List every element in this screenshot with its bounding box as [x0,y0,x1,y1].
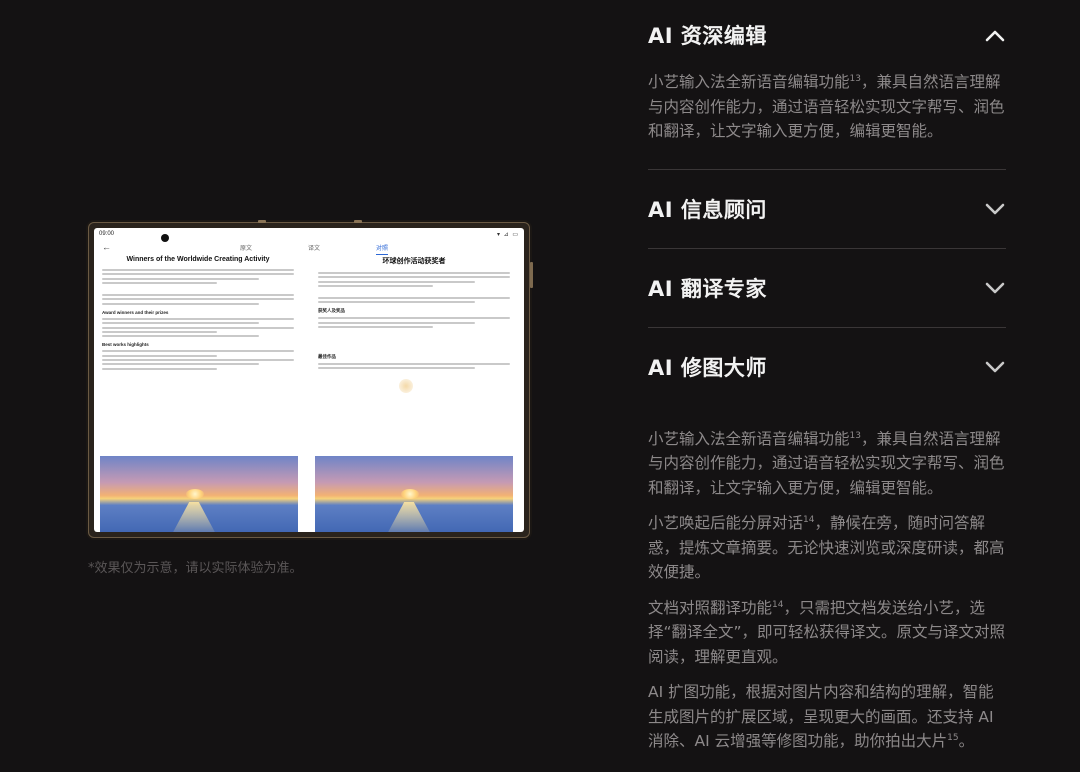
hinge-mark [258,220,266,223]
accordion-header-ai-translator[interactable]: AI 翻译专家 [648,249,1006,328]
accordion-header-ai-photo-editor[interactable]: AI 修图大师 [648,328,1006,407]
original-doc-heading: Best works highlights [102,342,149,348]
foldable-device-mockup: 09:00 ▾ ⊿ ▭ ← 原文 译文 对照 Winners of the Wo… [88,220,533,538]
translated-doc-heading: 最佳作品 [318,353,336,359]
accordion-title: AI 信息顾问 [648,197,767,222]
tab-original[interactable]: 原文 [212,243,280,252]
accordion-body-ai-editor: 小艺输入法全新语音编辑功能13，兼具自然语言理解与内容创作能力，通过语音轻松实现… [648,70,1006,170]
tab-compare[interactable]: 对照 [348,243,416,255]
chevron-up-icon[interactable] [984,24,1006,46]
accordion-header-ai-editor[interactable]: AI 资深编辑 [648,0,1006,70]
status-bar: 09:00 ▾ ⊿ ▭ [94,228,524,240]
chevron-down-icon[interactable] [984,277,1006,299]
artwork-image [315,456,513,532]
chevron-down-icon[interactable] [984,356,1006,378]
artwork-image [100,456,298,532]
accordion-title: AI 翻译专家 [648,276,767,301]
chevron-down-icon[interactable] [984,198,1006,220]
status-time: 09:00 [99,231,115,237]
tab-translation[interactable]: 译文 [280,243,348,252]
translated-doc-heading: 获奖人及奖品 [318,308,345,314]
device-screen: 09:00 ▾ ⊿ ▭ ← 原文 译文 对照 Winners of the Wo… [94,228,524,532]
original-doc-title: Winners of the Worldwide Creating Activi… [126,256,270,263]
translation-tab-bar: ← 原文 译文 对照 [94,240,524,255]
side-button [530,262,533,288]
hinge-mark [354,220,362,223]
feature-paragraph: AI 扩图功能，根据对图片内容和结构的理解，智能生成图片的扩展区域，呈现更大的画… [648,683,994,750]
accordion-title: AI 资深编辑 [648,24,767,48]
feature-accordion: AI 资深编辑 小艺输入法全新语音编辑功能13，兼具自然语言理解与内容创作能力，… [648,0,1006,765]
translated-document: 环球创作活动获奖者 获奖人及奖品 最佳作品 [314,256,514,371]
accordion-title: AI 修图大师 [648,356,767,380]
disclaimer-caption: *效果仅为示意，请以实际体验为准。 [88,561,303,576]
accordion-header-ai-info-advisor[interactable]: AI 信息顾问 [648,170,1006,249]
feature-paragraph: 文档对照翻译功能14，只需把文档发送给小艺，选择“翻译全文”，即可轻松获得译文。… [648,598,1006,666]
status-icons: ▾ ⊿ ▭ [496,231,519,238]
touch-indicator [399,379,413,393]
translated-doc-title: 环球创作活动获奖者 [382,258,446,265]
original-doc-heading: Award winners and their prizes [102,309,169,315]
feature-paragraph: 小艺唤起后能分屏对话14，静候在旁，随时问答解惑，提炼文章摘要。无论快速浏览或深… [648,514,1005,581]
feature-paragraph: 小艺输入法全新语音编辑功能13，兼具自然语言理解与内容创作能力，通过语音轻松实现… [648,73,1005,140]
accordion-body-ai-photo-editor: 小艺输入法全新语音编辑功能13，兼具自然语言理解与内容创作能力，通过语音轻松实现… [648,407,1006,754]
feature-paragraph: 小艺输入法全新语音编辑功能13，兼具自然语言理解与内容创作能力，通过语音轻松实现… [648,429,1005,497]
original-document: Winners of the Worldwide Creating Activi… [98,256,298,372]
back-arrow-icon[interactable]: ← [102,242,212,252]
